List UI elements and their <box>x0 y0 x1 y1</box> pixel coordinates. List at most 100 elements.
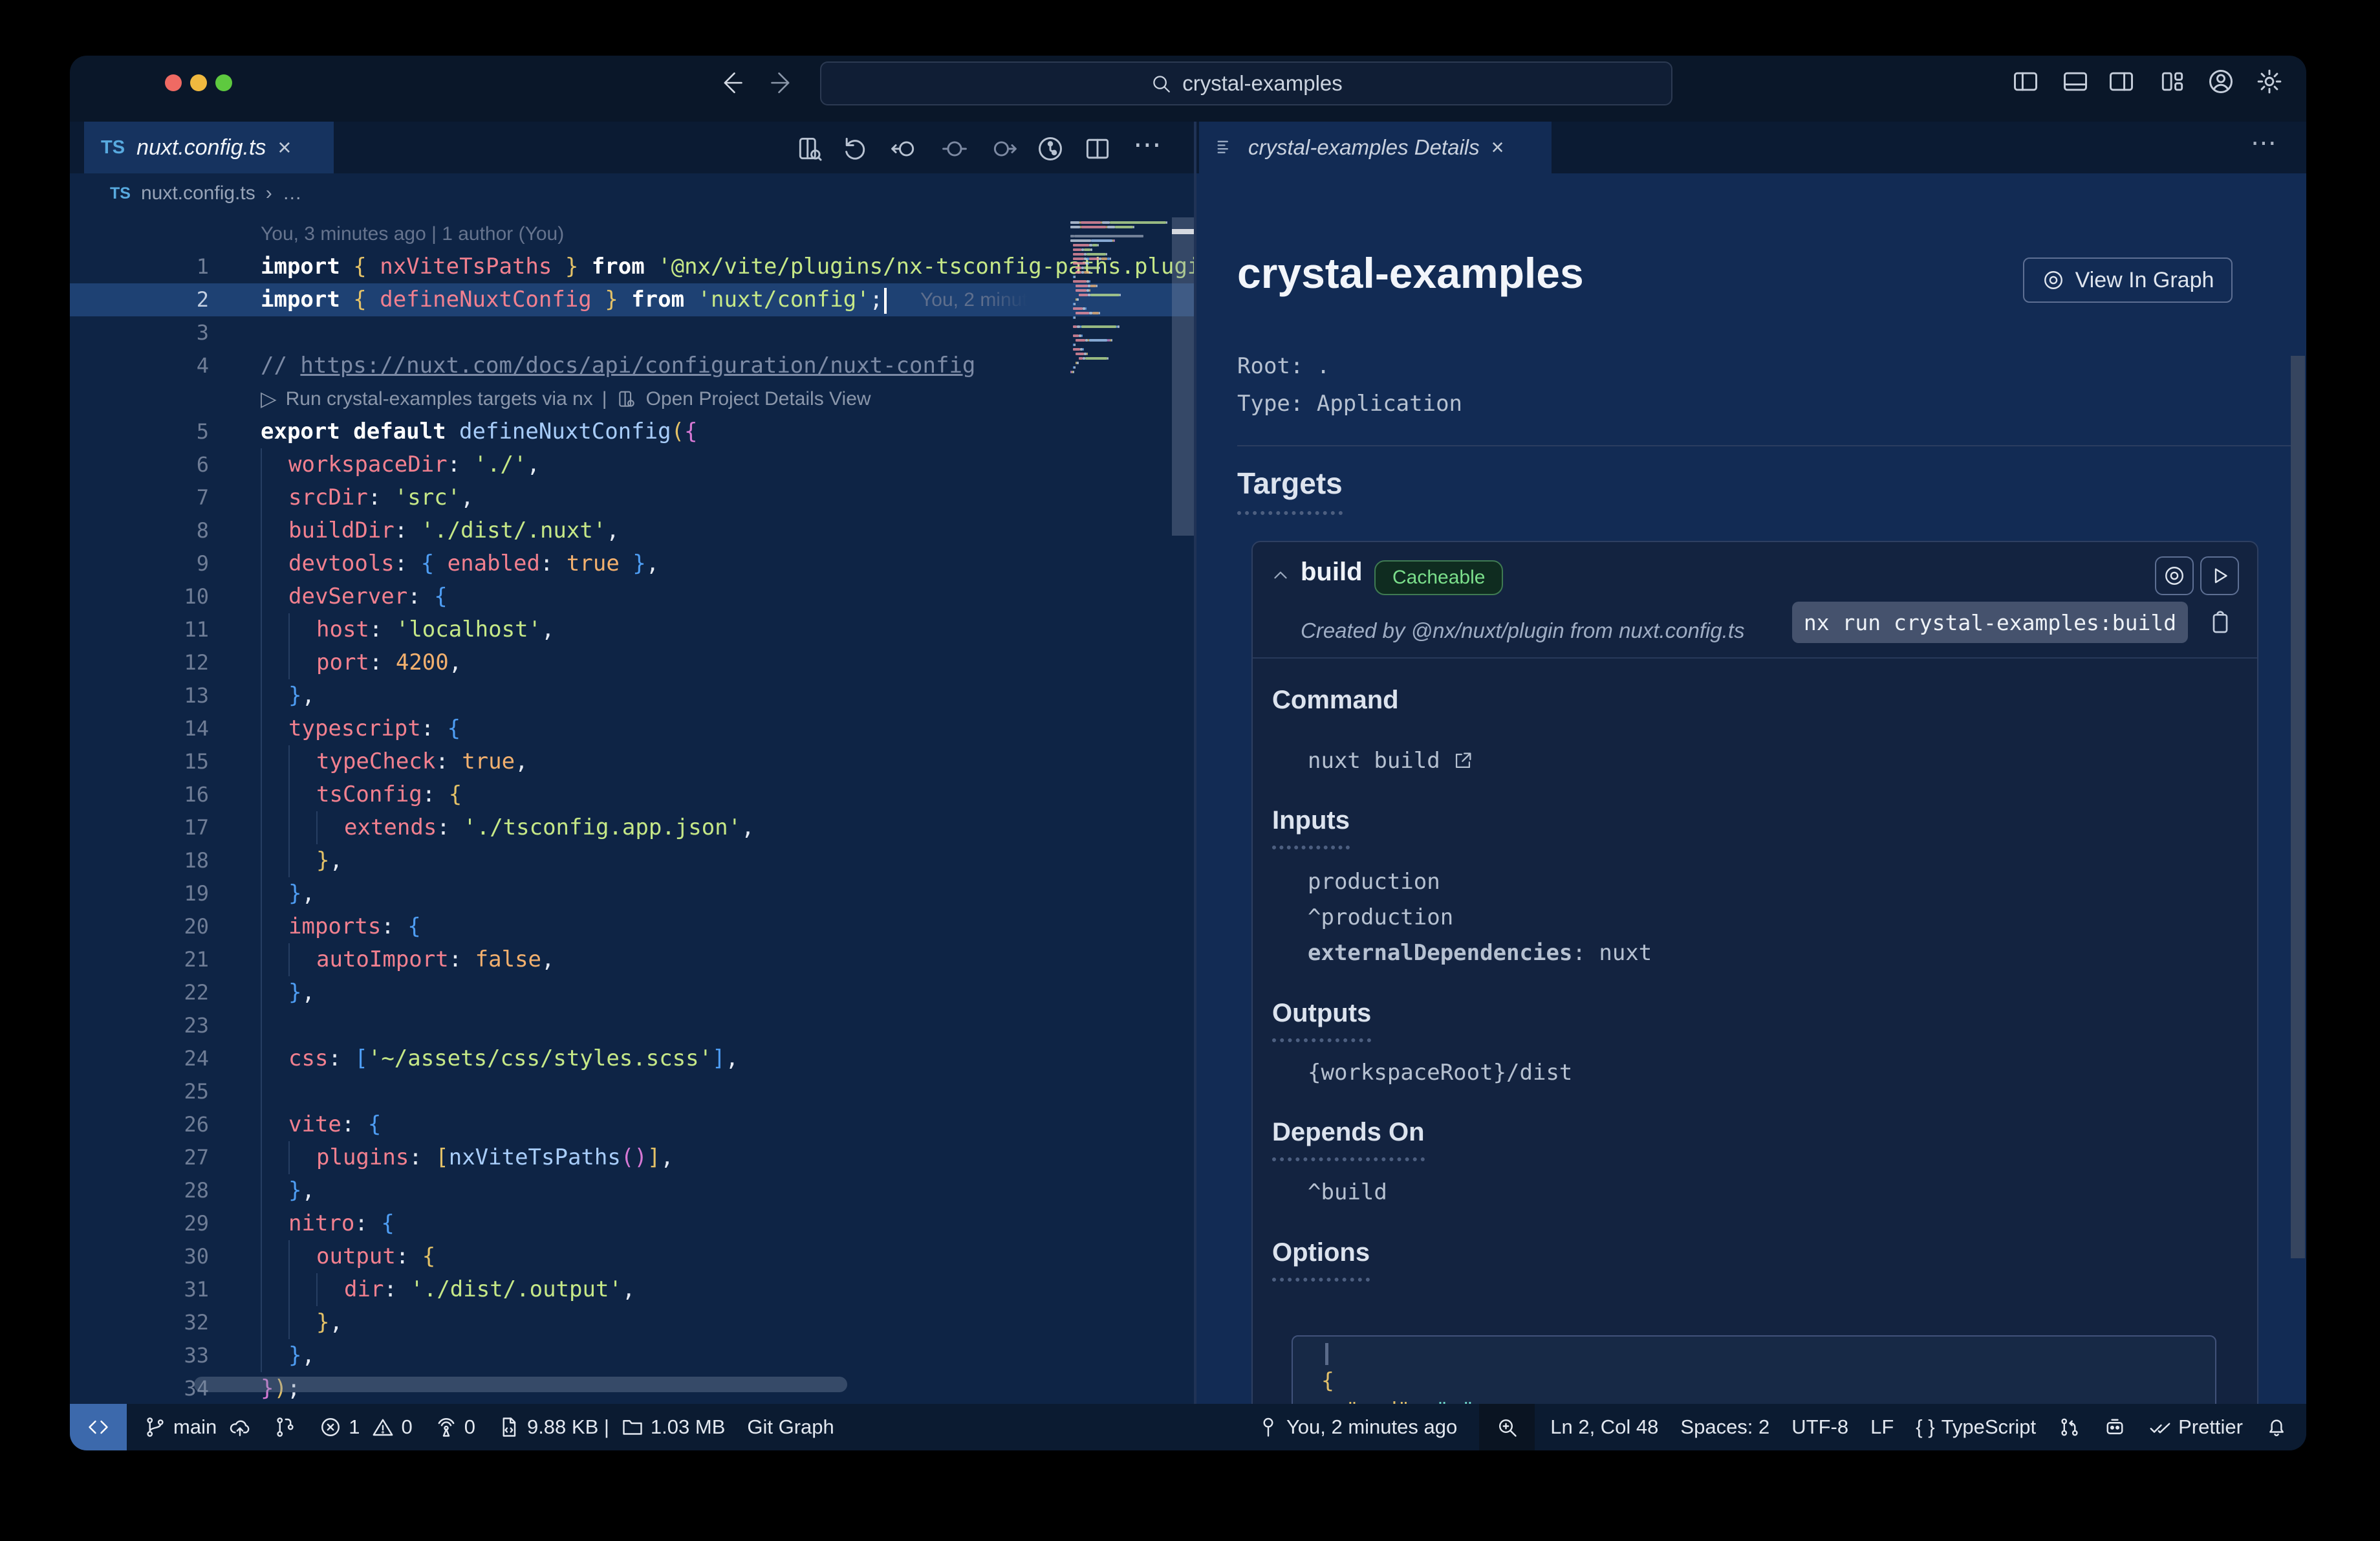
minimap-line <box>1070 271 1167 274</box>
targets-heading: Targets <box>1237 466 1343 515</box>
editor-horizontal-scrollbar[interactable] <box>194 1377 847 1392</box>
editor-more-actions-icon[interactable]: ⋯ <box>1133 128 1162 160</box>
split-editor-icon[interactable] <box>1083 135 1112 163</box>
code-token <box>261 1339 288 1372</box>
minimize-window-button[interactable] <box>190 74 207 91</box>
navigate-forward-icon[interactable] <box>768 69 797 97</box>
code-token: { <box>434 584 448 609</box>
remote-indicator[interactable] <box>70 1404 127 1450</box>
options-json-box[interactable]: { "cwd": "." } <box>1292 1335 2216 1404</box>
breadcrumb-file[interactable]: nuxt.config.ts <box>141 182 255 204</box>
encoding-item[interactable]: UTF-8 <box>1791 1415 1848 1439</box>
code-token: './tsconfig.app.json' <box>463 814 742 840</box>
view-target-in-graph-button[interactable] <box>2155 556 2194 595</box>
panel-scrollbar-thumb[interactable] <box>2291 356 2305 1258</box>
cursor-position-item[interactable]: Ln 2, Col 48 <box>1550 1415 1658 1439</box>
codelens-run[interactable]: Run crystal-examples targets via nx <box>286 382 593 415</box>
zoom-window-button[interactable] <box>215 74 232 91</box>
toggle-secondary-sidebar-icon[interactable] <box>2107 67 2136 96</box>
problems-item[interactable]: 1 0 <box>319 1415 413 1439</box>
current-change-icon[interactable] <box>940 135 969 163</box>
run-target-button[interactable] <box>2200 556 2239 595</box>
zoom-indicator[interactable] <box>1479 1404 1535 1450</box>
settings-gear-icon[interactable] <box>2255 67 2284 96</box>
external-link-icon[interactable] <box>1452 750 1474 772</box>
line-number: 31 <box>184 1277 209 1302</box>
navigate-back-icon[interactable] <box>717 69 745 97</box>
ports-count: 0 <box>464 1415 475 1438</box>
discard-changes-icon[interactable] <box>841 135 869 163</box>
code-token: './dist/.output' <box>410 1276 622 1302</box>
gitlens-graph-icon[interactable] <box>1036 135 1065 163</box>
tab-project-details[interactable]: crystal-examples Details × <box>1199 122 1552 173</box>
depends-on-heading: Depends On <box>1272 1118 1425 1161</box>
code-token: from <box>618 287 698 312</box>
git-branch-item[interactable]: main <box>144 1415 252 1439</box>
code-line: 25 <box>70 1075 1194 1108</box>
git-compare-item[interactable] <box>274 1415 297 1439</box>
editor-scrollbar-thumb[interactable] <box>1172 217 1194 536</box>
prettier-item[interactable]: Prettier <box>2148 1415 2243 1439</box>
toggle-primary-sidebar-icon[interactable] <box>2011 67 2040 96</box>
cacheable-badge: Cacheable <box>1374 560 1504 595</box>
code-token: } <box>288 1177 302 1203</box>
code-token: './dist/.nuxt' <box>420 518 607 543</box>
line-number: 4 <box>196 353 209 378</box>
previous-change-icon[interactable] <box>889 135 918 163</box>
notifications-bell-icon[interactable] <box>2265 1415 2288 1439</box>
codelens-separator: | <box>601 388 607 410</box>
close-window-button[interactable] <box>165 74 182 91</box>
branch-name: main <box>173 1415 217 1438</box>
copy-command-icon[interactable] <box>2207 609 2233 635</box>
file-size-item[interactable]: 9.88 KB | 1.03 MB <box>497 1415 725 1439</box>
view-in-graph-button[interactable]: View In Graph <box>2023 257 2233 303</box>
line-number: 19 <box>184 881 209 906</box>
feedback-robot-icon[interactable] <box>2103 1415 2126 1439</box>
minimap-line <box>1070 257 1167 260</box>
blame-item[interactable]: You, 2 minutes ago <box>1257 1415 1457 1439</box>
code-line: 19}, <box>70 877 1194 910</box>
code-token <box>288 1273 316 1306</box>
pull-request-icon[interactable] <box>2058 1415 2081 1439</box>
ports-item[interactable]: 0 <box>435 1415 475 1439</box>
command-item[interactable]: nuxt build <box>1308 748 1474 774</box>
account-icon[interactable] <box>2207 67 2235 96</box>
target-card-build: build Cacheable Created by @nx/nuxt/plug… <box>1251 541 2258 1404</box>
command-center-search[interactable]: crystal-examples <box>820 61 1672 105</box>
open-changes-icon[interactable] <box>795 135 824 163</box>
code-token: { <box>420 551 448 576</box>
line-number: 17 <box>184 815 209 840</box>
code-token <box>261 844 288 877</box>
code-line: 31 dir: './dist/.output', <box>70 1273 1194 1306</box>
close-panel-tab-icon[interactable]: × <box>1491 137 1504 158</box>
codelens-open[interactable]: Open Project Details View <box>646 382 871 415</box>
indentation-item[interactable]: Spaces: 2 <box>1680 1415 1769 1439</box>
toggle-panel-icon[interactable] <box>2061 67 2090 96</box>
line-number: 24 <box>184 1046 209 1071</box>
code-token: : <box>435 749 462 774</box>
code-editor[interactable]: You, 3 minutes ago | 1 author (You) 1 impo… <box>70 217 1194 1404</box>
collapse-chevron-icon[interactable] <box>1270 564 1292 586</box>
git-graph-item[interactable]: Git Graph <box>747 1415 834 1439</box>
code-token: , <box>448 650 462 675</box>
overview-ruler-cursor-marker <box>1172 229 1194 234</box>
project-type: Type: Application <box>1237 391 1463 417</box>
eol-item[interactable]: LF <box>1870 1415 1894 1439</box>
code-line: 33}, <box>70 1339 1194 1372</box>
code-token: } <box>565 254 579 279</box>
tab-nuxt-config[interactable]: TS nuxt.config.ts × <box>84 122 334 173</box>
breadcrumb-more[interactable]: … <box>283 182 302 204</box>
run-icon[interactable]: ▷ <box>261 382 277 415</box>
language-mode-item[interactable]: { } TypeScript <box>1916 1415 2036 1439</box>
code-line: 20 imports: { <box>70 910 1194 943</box>
minimap[interactable] <box>1070 221 1167 375</box>
minimap-line <box>1070 307 1167 310</box>
next-change-icon[interactable] <box>990 135 1019 163</box>
project-details-icon[interactable] <box>616 389 637 410</box>
breadcrumb[interactable]: TS nuxt.config.ts › … <box>110 182 302 204</box>
panel-more-actions-icon[interactable]: ⋯ <box>2251 128 2279 158</box>
nx-run-command-chip[interactable]: nx run crystal-examples:build <box>1792 602 2188 643</box>
customize-layout-icon[interactable] <box>2158 67 2187 96</box>
close-tab-icon[interactable]: × <box>277 136 291 159</box>
target-name[interactable]: build <box>1301 558 1363 587</box>
